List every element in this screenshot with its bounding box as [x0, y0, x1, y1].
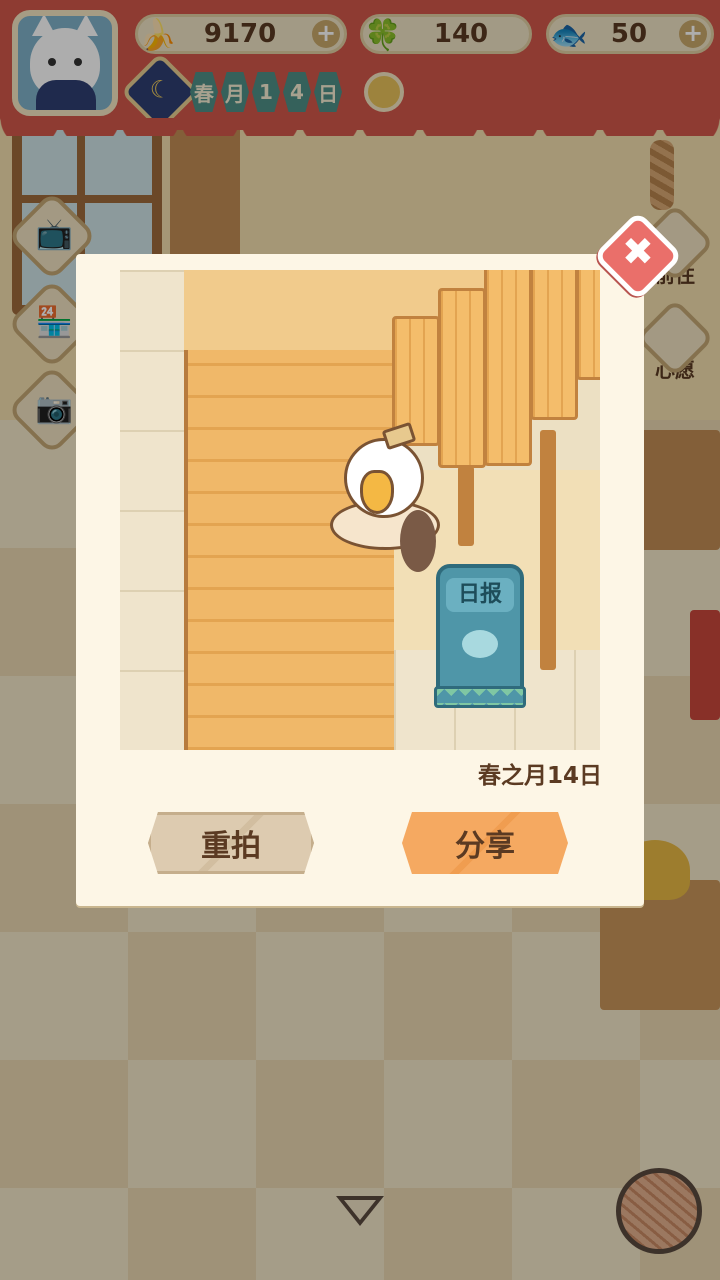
close-icon: ✖ [622, 229, 654, 274]
newspaper-sign: 日报 [446, 578, 514, 612]
share-button[interactable]: 分享 [402, 812, 568, 874]
eagle-character [320, 421, 440, 580]
photo-dialog: 日报 春之月14日 重拍 分享 [76, 254, 644, 906]
cat-emblem-icon [462, 630, 498, 658]
retake-button[interactable]: 重拍 [148, 812, 314, 874]
snapshot-photo: 日报 [120, 270, 600, 750]
newspaper-stand: 日报 [434, 564, 526, 708]
photo-date: 春之月14日 [477, 763, 602, 789]
